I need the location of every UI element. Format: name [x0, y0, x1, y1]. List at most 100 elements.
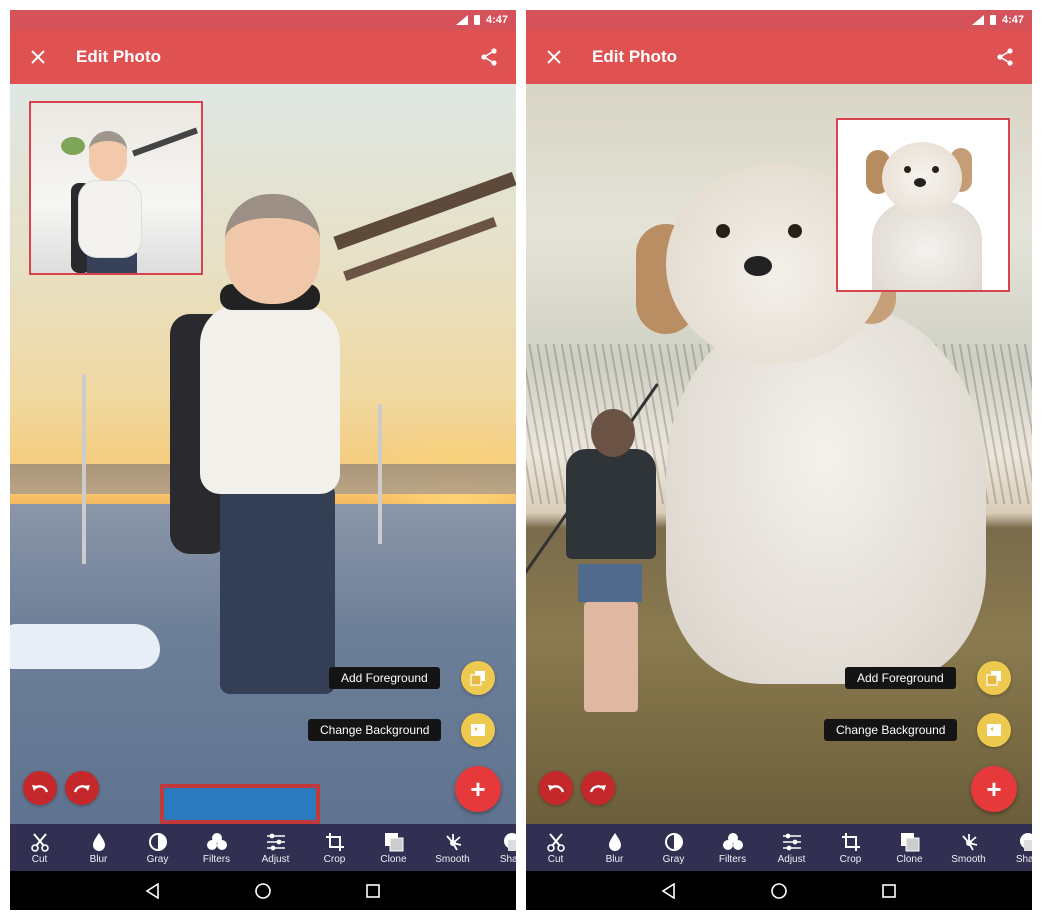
tool-smooth[interactable]: Smooth [423, 824, 482, 871]
share-button[interactable] [462, 30, 516, 84]
dog-nose [914, 178, 926, 187]
tool-crop[interactable]: Crop [821, 824, 880, 871]
tool-smooth[interactable]: Smooth [939, 824, 998, 871]
kid-jeans [220, 484, 335, 694]
layers-icon [986, 671, 1001, 686]
change-background-label[interactable]: Change Background [824, 719, 958, 741]
tool-shadow[interactable]: Shad [998, 824, 1032, 871]
smooth-icon [958, 831, 980, 853]
status-time: 4:47 [485, 14, 508, 26]
drop-icon [604, 831, 626, 853]
close-button[interactable] [526, 30, 582, 84]
woman-legs [584, 602, 638, 712]
app-bar: Edit Photo [526, 30, 1032, 84]
filters-icon [206, 831, 228, 853]
original-photo-inset[interactable] [29, 101, 203, 275]
scissors-icon [545, 831, 567, 853]
phone-screen-left: 4:47 Edit Photo Add Foreground Change Ba… [10, 10, 516, 910]
share-button[interactable] [978, 30, 1032, 84]
undo-button[interactable] [23, 771, 57, 805]
airliner [10, 624, 160, 669]
tool-filters[interactable]: Filters [703, 824, 762, 871]
dog-eye [932, 166, 939, 173]
dog-eye [716, 224, 730, 238]
page-title: Edit Photo [76, 47, 161, 66]
tool-label: Cut [547, 853, 564, 865]
tool-gray[interactable]: Gray [128, 824, 187, 871]
dog-body [872, 200, 982, 290]
share-icon [997, 48, 1013, 66]
shadow-icon [501, 831, 516, 853]
tool-crop[interactable]: Crop [305, 824, 364, 871]
back-button[interactable] [657, 879, 681, 903]
photo-canvas[interactable]: Add Foreground Change Background + [10, 84, 516, 824]
tool-cut[interactable]: Cut [10, 824, 69, 871]
change-background-button[interactable] [977, 713, 1011, 747]
home-button[interactable] [767, 879, 791, 903]
kid-head [225, 194, 320, 304]
add-foreground-label[interactable]: Add Foreground [845, 667, 956, 689]
close-icon [31, 50, 45, 64]
close-button[interactable] [10, 30, 66, 84]
undo-button[interactable] [539, 771, 573, 805]
clone-icon [899, 831, 921, 853]
tool-adjust[interactable]: Adjust [246, 824, 305, 871]
tool-cut[interactable]: Cut [526, 824, 585, 871]
drop-icon [88, 831, 110, 853]
recents-button[interactable] [877, 879, 901, 903]
add-foreground-button[interactable] [461, 661, 495, 695]
tool-filters[interactable]: Filters [187, 824, 246, 871]
crop-icon [840, 831, 862, 853]
back-button[interactable] [141, 879, 165, 903]
tool-clone[interactable]: Clone [880, 824, 939, 871]
scissors-icon [29, 831, 51, 853]
clone-icon [383, 831, 405, 853]
tool-label: Clone [380, 853, 407, 865]
redo-button[interactable] [65, 771, 99, 805]
tool-label: Adjust [777, 853, 806, 865]
original-photo-inset[interactable] [836, 118, 1010, 292]
change-background-button[interactable] [461, 713, 495, 747]
back-icon [661, 882, 675, 899]
dog-eye [788, 224, 802, 238]
home-button[interactable] [251, 879, 275, 903]
signal-icon [455, 15, 468, 25]
phone-screen-right: 4:47 Edit Photo Add Foreground Change Ba… [526, 10, 1032, 910]
add-foreground-label[interactable]: Add Foreground [329, 667, 440, 689]
dog-body [666, 304, 986, 684]
tool-gray[interactable]: Gray [644, 824, 703, 871]
undo-icon [32, 785, 49, 793]
tool-label: Crop [839, 853, 862, 865]
tool-label: Crop [323, 853, 346, 865]
tool-label: Cut [31, 853, 48, 865]
tool-blur[interactable]: Blur [69, 824, 128, 871]
page-title: Edit Photo [592, 47, 677, 66]
add-foreground-button[interactable] [977, 661, 1011, 695]
system-nav-bar [526, 871, 1032, 910]
smooth-icon [442, 831, 464, 853]
woman-jacket [566, 449, 656, 559]
add-button[interactable]: + [455, 766, 501, 812]
light-pole [82, 374, 86, 564]
layers-icon [470, 671, 485, 686]
filters-icon [722, 831, 744, 853]
contrast-icon [663, 831, 685, 853]
airport-truck [160, 784, 320, 824]
tool-label: Smooth [435, 853, 470, 865]
redo-icon [73, 785, 90, 793]
tool-shadow[interactable]: Shad [482, 824, 516, 871]
tool-adjust[interactable]: Adjust [762, 824, 821, 871]
change-background-label[interactable]: Change Background [308, 719, 442, 741]
add-button[interactable]: + [971, 766, 1017, 812]
photo-canvas[interactable]: Add Foreground Change Background + [526, 84, 1032, 824]
tool-blur[interactable]: Blur [585, 824, 644, 871]
redo-button[interactable] [581, 771, 615, 805]
tool-label: Filters [718, 853, 747, 865]
undo-icon [548, 785, 565, 793]
kid-head [89, 131, 127, 181]
kid-sweater [79, 181, 141, 257]
status-time: 4:47 [1001, 14, 1024, 26]
tool-clone[interactable]: Clone [364, 824, 423, 871]
recents-button[interactable] [361, 879, 385, 903]
woman-head [591, 409, 635, 457]
